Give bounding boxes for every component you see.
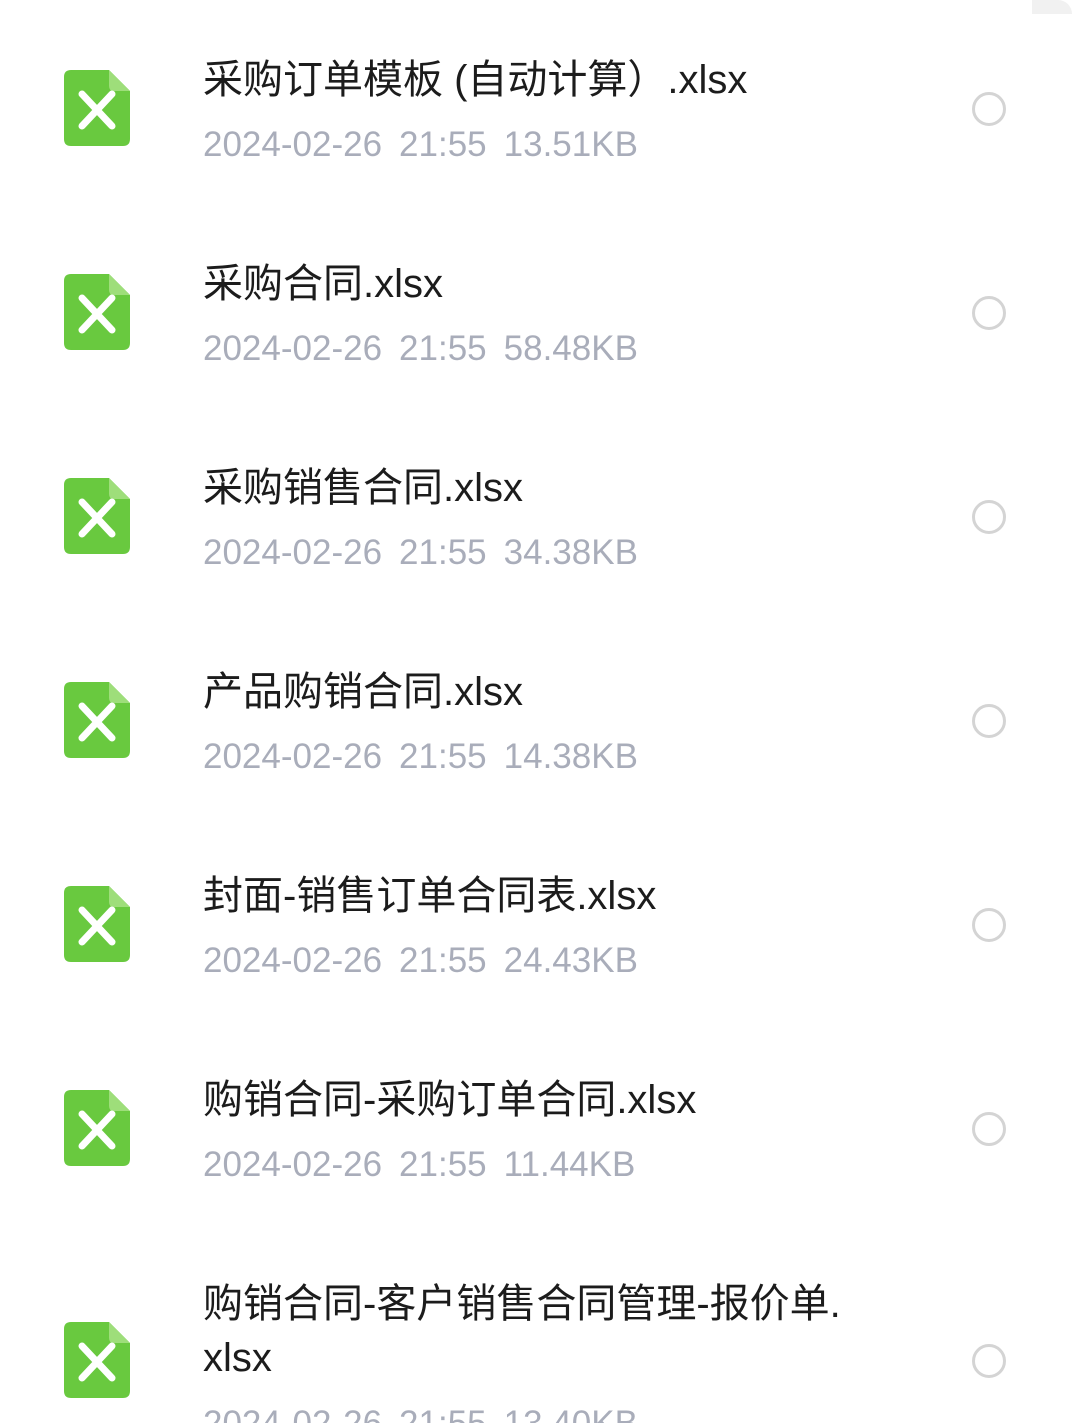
file-date: 2024-02-26 [203, 737, 383, 776]
excel-file-icon [64, 478, 130, 554]
file-row[interactable]: 采购销售合同.xlsx 2024-02-26 21:55 34.38KB [0, 408, 1072, 612]
file-row[interactable]: 购销合同-客户销售合同管理-报价单.xlsx 2024-02-26 21:55 13… [0, 1224, 1072, 1423]
file-time: 21:55 [399, 941, 487, 980]
file-meta: 2024-02-26 21:55 24.43KB [203, 941, 843, 981]
file-time: 21:55 [399, 329, 487, 368]
file-time: 21:55 [399, 1145, 487, 1184]
file-row[interactable]: 购销合同-采购订单合同.xlsx 2024-02-26 21:55 11.44KB [0, 1020, 1072, 1224]
file-row[interactable]: 封面-销售订单合同表.xlsx 2024-02-26 21:55 24.43KB [0, 816, 1072, 1020]
file-size: 13.40KB [504, 1404, 638, 1423]
file-meta: 2024-02-26 21:55 11.44KB [203, 1145, 843, 1185]
select-radio[interactable] [972, 1344, 1006, 1378]
file-meta: 2024-02-26 21:55 58.48KB [203, 329, 843, 369]
select-radio[interactable] [972, 1112, 1006, 1146]
file-size: 14.38KB [503, 737, 638, 776]
file-list: 采购订单模板 (自动计算）.xlsx 2024-02-26 21:55 13.51K… [0, 0, 1072, 1423]
file-date: 2024-02-26 [203, 1145, 383, 1184]
excel-file-icon [64, 886, 130, 962]
file-name: 产品购销合同.xlsx [203, 670, 523, 714]
file-name: 采购销售合同.xlsx [203, 466, 523, 510]
file-meta: 2024-02-26 21:55 34.38KB [203, 533, 843, 573]
file-date: 2024-02-26 [203, 1404, 382, 1423]
file-time: 21:55 [399, 1404, 487, 1423]
file-size: 13.51KB [503, 125, 638, 164]
excel-file-icon [64, 1322, 130, 1398]
file-name: 购销合同-采购订单合同.xlsx [203, 1078, 697, 1122]
file-name: 采购订单模板 (自动计算）.xlsx [203, 58, 748, 102]
excel-file-icon [64, 1090, 130, 1166]
file-row[interactable]: 产品购销合同.xlsx 2024-02-26 21:55 14.38KB [0, 612, 1072, 816]
file-meta: 2024-02-26 21:55 13.51KB [203, 125, 843, 165]
file-name: 购销合同-客户销售合同管理-报价单.xlsx [203, 1282, 841, 1380]
file-meta: 2024-02-26 21:55 13.40KB [203, 1404, 843, 1423]
file-size: 58.48KB [503, 329, 638, 368]
select-radio[interactable] [972, 92, 1006, 126]
file-date: 2024-02-26 [203, 125, 383, 164]
file-date: 2024-02-26 [203, 329, 383, 368]
file-size: 34.38KB [503, 533, 638, 572]
select-radio[interactable] [972, 704, 1006, 738]
file-date: 2024-02-26 [203, 941, 383, 980]
file-size: 11.44KB [503, 1145, 636, 1184]
file-time: 21:55 [399, 125, 487, 164]
excel-file-icon [64, 274, 130, 350]
select-radio[interactable] [972, 296, 1006, 330]
select-radio[interactable] [972, 500, 1006, 534]
file-time: 21:55 [399, 737, 487, 776]
excel-file-icon [64, 682, 130, 758]
excel-file-icon [64, 70, 130, 146]
select-radio[interactable] [972, 908, 1006, 942]
file-row[interactable]: 采购订单模板 (自动计算）.xlsx 2024-02-26 21:55 13.51K… [0, 0, 1072, 204]
file-name: 封面-销售订单合同表.xlsx [203, 874, 657, 918]
file-row[interactable]: 采购合同.xlsx 2024-02-26 21:55 58.48KB [0, 204, 1072, 408]
file-name: 采购合同.xlsx [203, 262, 443, 306]
file-meta: 2024-02-26 21:55 14.38KB [203, 737, 843, 777]
file-date: 2024-02-26 [203, 533, 383, 572]
file-size: 24.43KB [503, 941, 638, 980]
file-time: 21:55 [399, 533, 487, 572]
